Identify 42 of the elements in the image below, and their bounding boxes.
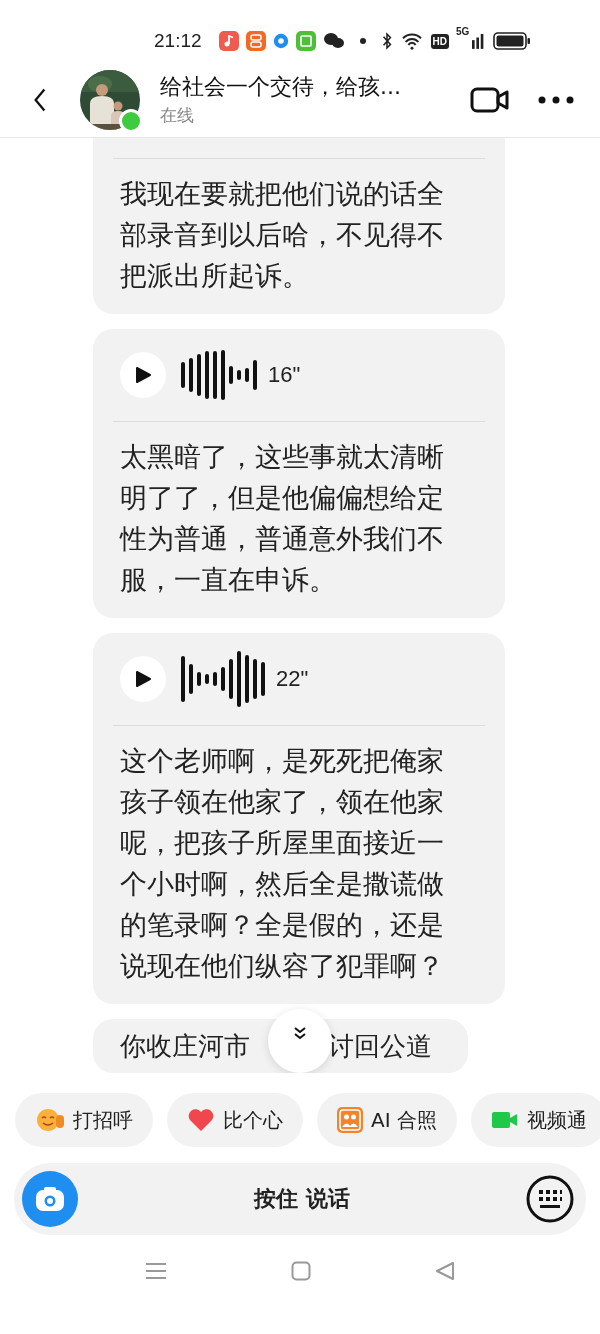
video-call-icon[interactable] [470, 85, 510, 114]
network-label: 5G [456, 26, 470, 37]
more-icon[interactable] [538, 95, 574, 104]
online-status-text: 在线 [160, 104, 195, 127]
quick-action-chip[interactable]: 比个心 [167, 1093, 303, 1147]
circle-app-icon [272, 33, 289, 49]
home-icon[interactable] [291, 1261, 311, 1281]
play-button[interactable] [120, 656, 166, 702]
quick-action-chip[interactable]: 打招呼 [15, 1093, 153, 1147]
message-text: 你收庄河市 [120, 1029, 250, 1063]
play-button[interactable] [120, 352, 166, 398]
chat-title: 给社会一个交待，给孩... [160, 73, 402, 101]
music-app-icon [218, 31, 239, 51]
video-camera-icon [490, 1110, 519, 1130]
app-icon [245, 31, 266, 51]
smiley-wave-icon [35, 1107, 65, 1133]
menu-icon[interactable] [145, 1261, 167, 1281]
notification-dot-icon [359, 38, 366, 44]
quick-action-chip[interactable]: AI 合照 [317, 1093, 457, 1147]
camera-icon [35, 1186, 65, 1212]
bluetooth-icon [380, 32, 393, 50]
status-time: 21:12 [154, 30, 202, 52]
play-icon [135, 366, 151, 384]
transcript-text: 太黑暗了，这些事就太清晰明了了，但是他偏偏想给定性为普通，普通意外我们不服，一直在申诉。 [118, 440, 444, 597]
message-text: 讨回公道 [328, 1029, 432, 1063]
back-icon[interactable] [435, 1261, 455, 1281]
heart-icon [187, 1108, 215, 1132]
play-icon [135, 670, 151, 688]
app-icon [295, 31, 316, 51]
chevrons-down-icon [292, 1025, 308, 1041]
voice-duration: 16" [268, 362, 301, 388]
chat-app-icon [322, 31, 345, 51]
transcript-text: 我现在要就把他们说的话全部录音到以后哈，不见得不把派出所起诉。 [119, 177, 444, 293]
quick-action-chip[interactable]: 视频通 [470, 1093, 600, 1147]
camera-button[interactable] [22, 1171, 78, 1227]
keyboard-icon[interactable] [526, 1175, 574, 1223]
battery-icon [493, 32, 532, 50]
transcript-text: 这个老师啊，是死死把俺家孩子领在他家了，领在他家呢，把孩子所屋里面接近一个小时啊，然后全是撒谎做的笔录啊？全是假的，还是说现在他们纵容了犯罪啊？ [119, 744, 444, 983]
photo-people-icon [337, 1107, 363, 1133]
voice-duration: 22" [276, 666, 309, 692]
wifi-icon [399, 32, 424, 50]
hd-badge: HD [430, 33, 449, 49]
